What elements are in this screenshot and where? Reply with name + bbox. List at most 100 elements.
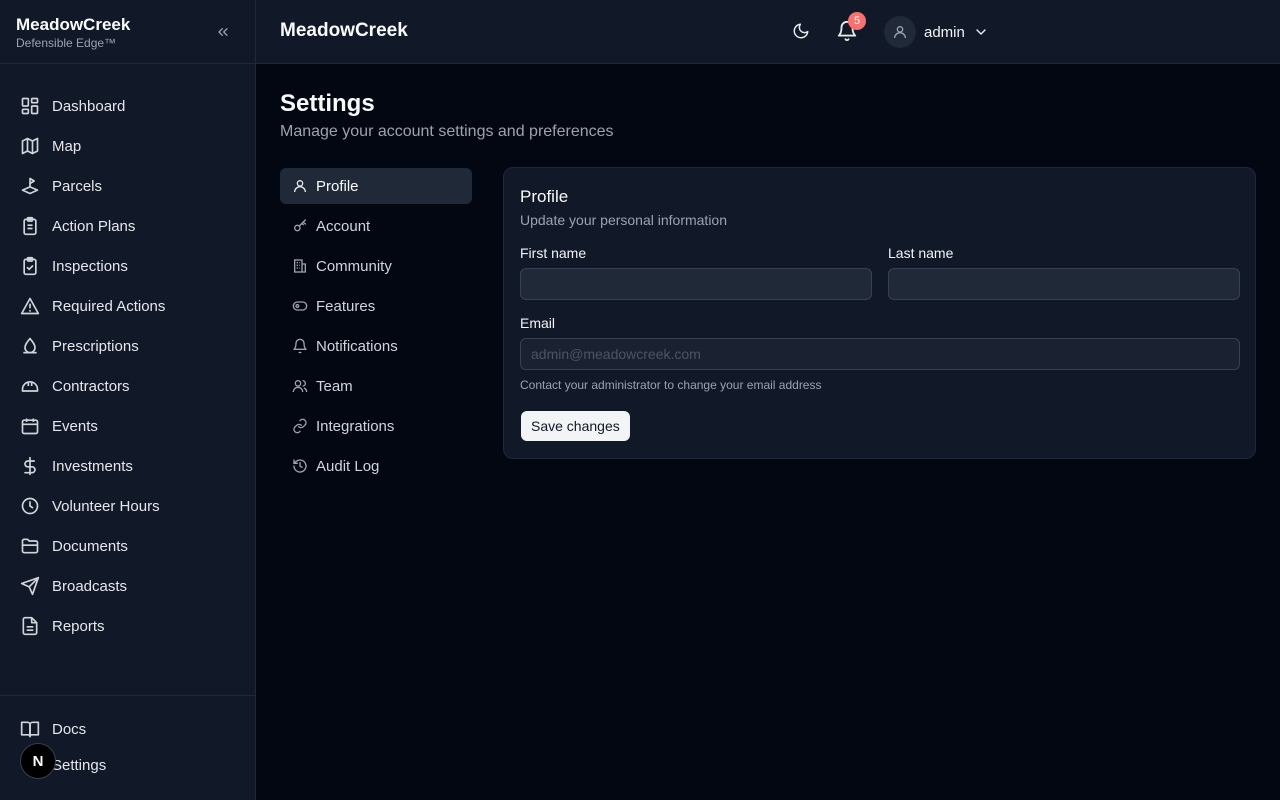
first-name-field[interactable] bbox=[520, 268, 872, 300]
sidebar-item-investments[interactable]: Investments bbox=[0, 446, 255, 486]
map-icon bbox=[20, 136, 40, 156]
file-text-icon bbox=[20, 616, 40, 636]
collapse-sidebar-button[interactable] bbox=[213, 22, 233, 42]
tab-team[interactable]: Team bbox=[280, 368, 472, 404]
tab-account[interactable]: Account bbox=[280, 208, 472, 244]
tab-label: Profile bbox=[316, 177, 359, 195]
sidebar-item-reports[interactable]: Reports bbox=[0, 606, 255, 646]
sidebar-item-label: Contractors bbox=[52, 377, 130, 395]
profile-card-subtitle: Update your personal information bbox=[520, 212, 728, 228]
sidebar-bottom: Docs Settings N bbox=[0, 695, 255, 800]
folder-icon bbox=[20, 536, 40, 556]
sidebar-item-prescriptions[interactable]: Prescriptions bbox=[0, 326, 255, 366]
sidebar-item-label: Reports bbox=[52, 617, 105, 635]
brand: MeadowCreek Defensible Edge™ bbox=[0, 0, 255, 64]
user-menu-button[interactable]: admin bbox=[884, 16, 989, 48]
sidebar-item-label: Events bbox=[52, 417, 98, 435]
last-name-field[interactable] bbox=[888, 268, 1240, 300]
first-name-label: First name bbox=[520, 245, 587, 261]
email-field bbox=[520, 338, 1240, 370]
tab-audit-log[interactable]: Audit Log bbox=[280, 448, 472, 484]
sidebar-item-label: Parcels bbox=[52, 177, 103, 195]
sidebar-item-action-plans[interactable]: Action Plans bbox=[0, 206, 255, 246]
save-button[interactable]: Save changes bbox=[521, 411, 630, 441]
sidebar-nav: Dashboard Map Parcels Action Plans Inspe… bbox=[0, 64, 255, 646]
sidebar-item-label: Map bbox=[52, 137, 82, 155]
sidebar-item-broadcasts[interactable]: Broadcasts bbox=[0, 566, 255, 606]
bell-icon bbox=[292, 338, 308, 354]
history-icon bbox=[292, 458, 308, 474]
tab-label: Account bbox=[316, 217, 371, 235]
parcels-icon bbox=[20, 176, 40, 196]
sidebar-item-label: Documents bbox=[52, 537, 128, 555]
sidebar-item-label: Broadcasts bbox=[52, 577, 128, 595]
email-hint: Contact your administrator to change you… bbox=[520, 378, 822, 392]
hard-hat-icon bbox=[20, 376, 40, 396]
moon-icon bbox=[793, 23, 809, 39]
sidebar-item-label: Action Plans bbox=[52, 217, 136, 235]
tab-community[interactable]: Community bbox=[280, 248, 472, 284]
chevrons-left-icon bbox=[218, 27, 228, 36]
avatar bbox=[884, 16, 916, 48]
sidebar-item-volunteer-hours[interactable]: Volunteer Hours bbox=[0, 486, 255, 526]
page-subtitle: Manage your account settings and prefere… bbox=[280, 123, 614, 140]
tab-label: Community bbox=[316, 257, 392, 275]
user-name: admin bbox=[924, 23, 965, 41]
users-icon bbox=[292, 378, 308, 394]
sidebar-item-label: Settings bbox=[52, 756, 107, 774]
theme-toggle-button[interactable] bbox=[792, 22, 812, 42]
page-title: Settings bbox=[280, 90, 375, 117]
dashboard-icon bbox=[20, 96, 40, 116]
flame-icon bbox=[20, 336, 40, 356]
sidebar-item-label: Dashboard bbox=[52, 97, 126, 115]
sidebar-item-parcels[interactable]: Parcels bbox=[0, 166, 255, 206]
user-icon bbox=[292, 178, 308, 194]
sidebar-item-label: Prescriptions bbox=[52, 337, 139, 355]
header-title: MeadowCreek bbox=[280, 20, 408, 41]
warning-icon bbox=[20, 296, 40, 316]
sidebar-item-documents[interactable]: Documents bbox=[0, 526, 255, 566]
tab-label: Audit Log bbox=[316, 457, 380, 475]
email-label: Email bbox=[520, 315, 556, 331]
tab-profile[interactable]: Profile bbox=[280, 168, 472, 204]
send-icon bbox=[20, 576, 40, 596]
settings-nav: Profile Account Community Features Notif… bbox=[280, 168, 472, 488]
tab-features[interactable]: Features bbox=[280, 288, 472, 324]
calendar-icon bbox=[20, 416, 40, 436]
tab-notifications[interactable]: Notifications bbox=[280, 328, 472, 364]
sidebar-item-label: Volunteer Hours bbox=[52, 497, 160, 515]
tab-label: Team bbox=[316, 377, 353, 395]
sidebar-item-dashboard[interactable]: Dashboard bbox=[0, 86, 255, 126]
profile-card-title: Profile bbox=[520, 187, 569, 206]
dollar-icon bbox=[20, 456, 40, 476]
sidebar-item-label: Docs bbox=[52, 720, 87, 738]
tab-label: Integrations bbox=[316, 417, 395, 435]
sidebar-item-label: Investments bbox=[52, 457, 133, 475]
chevron-down-icon bbox=[973, 24, 989, 40]
tab-label: Features bbox=[316, 297, 376, 315]
notification-count-badge: 5 bbox=[848, 12, 866, 30]
sidebar-item-inspections[interactable]: Inspections bbox=[0, 246, 255, 286]
brand-tagline: Defensible Edge™ bbox=[16, 36, 117, 50]
sidebar-item-events[interactable]: Events bbox=[0, 406, 255, 446]
tab-label: Notifications bbox=[316, 337, 398, 355]
user-icon bbox=[894, 26, 906, 39]
building-icon bbox=[292, 258, 308, 274]
sidebar-item-label: Inspections bbox=[52, 257, 128, 275]
sidebar-item-required-actions[interactable]: Required Actions bbox=[0, 286, 255, 326]
dev-tools-badge[interactable]: N bbox=[20, 743, 56, 779]
key-icon bbox=[292, 218, 308, 234]
sidebar-item-contractors[interactable]: Contractors bbox=[0, 366, 255, 406]
brand-name: MeadowCreek bbox=[16, 15, 131, 34]
sidebar-item-label: Required Actions bbox=[52, 297, 166, 315]
last-name-label: Last name bbox=[888, 245, 954, 261]
tab-integrations[interactable]: Integrations bbox=[280, 408, 472, 444]
toggle-icon bbox=[292, 298, 308, 314]
sidebar-item-map[interactable]: Map bbox=[0, 126, 255, 166]
top-header: MeadowCreek bbox=[256, 0, 1280, 64]
clipboard-check-icon bbox=[20, 256, 40, 276]
clipboard-list-icon bbox=[20, 216, 40, 236]
sidebar-item-docs[interactable]: Docs bbox=[0, 711, 255, 747]
sidebar: MeadowCreek Defensible Edge™ Dashboard M… bbox=[0, 0, 256, 800]
clock-icon bbox=[20, 496, 40, 516]
